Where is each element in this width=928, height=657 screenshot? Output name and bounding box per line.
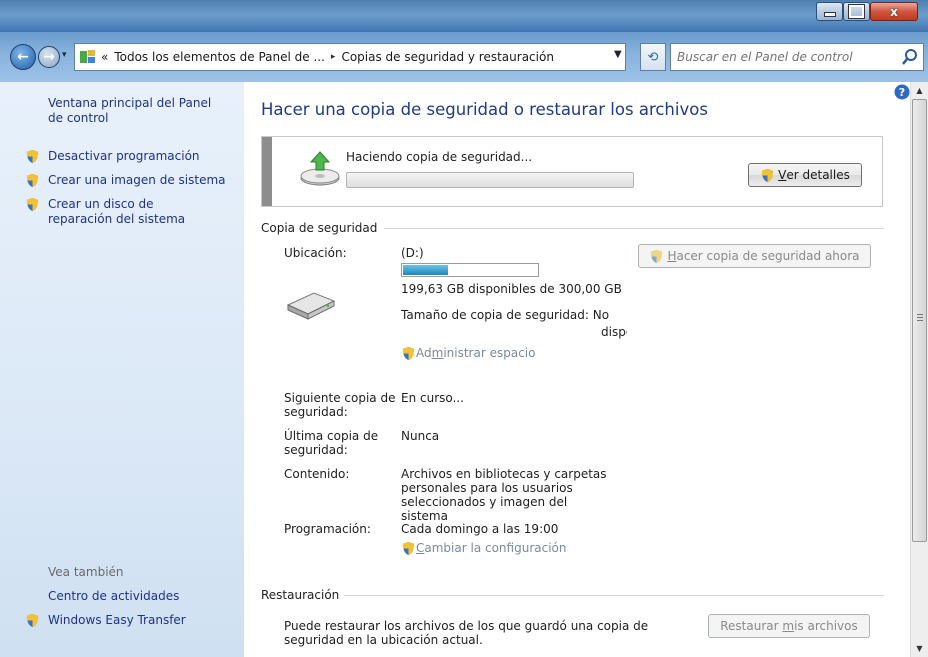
- scroll-down-arrow-icon[interactable]: ▼: [911, 640, 928, 657]
- backup-section-title: Copia de seguridad: [261, 221, 378, 235]
- minimize-icon: [817, 3, 842, 20]
- page-title: Hacer una copia de seguridad o restaurar…: [261, 100, 708, 119]
- restore-description: Puede restaurar los archivos de los que …: [284, 619, 649, 647]
- sidebar-item-create-repair-disc[interactable]: Crear un disco de reparación del sistema: [48, 197, 218, 227]
- contents-value: Archivos en bibliotecas y carpetas perso…: [401, 467, 607, 523]
- forward-button[interactable]: →: [38, 46, 60, 68]
- scroll-up-arrow-icon[interactable]: ▲: [911, 82, 928, 99]
- restore-section-title: Restauración: [261, 588, 340, 602]
- sidebar: Ventana principal del Panel de control D…: [0, 82, 244, 657]
- backup-now-label: acer copia de seguridad ahora: [676, 249, 860, 263]
- uac-shield-icon: [402, 541, 415, 556]
- back-button[interactable]: ←: [10, 44, 36, 70]
- next-backup-label: Siguiente copia de seguridad:: [284, 391, 396, 419]
- backup-section-divider: [384, 228, 884, 229]
- location-value: (D:): [401, 246, 424, 260]
- chevron-down-icon[interactable]: ▼: [614, 49, 622, 60]
- maximize-button[interactable]: [843, 2, 870, 21]
- scroll-thumb[interactable]: [912, 99, 927, 542]
- backup-now-button[interactable]: Hacer copia de seguridad ahora: [638, 244, 871, 268]
- status-strip: [262, 137, 272, 206]
- drive-usage-fill: [403, 265, 448, 275]
- manage-space-prefix: Ad: [416, 346, 432, 360]
- backup-status-text: Haciendo copia de seguridad...: [346, 150, 533, 164]
- sidebar-item-action-center[interactable]: Centro de actividades: [48, 589, 179, 604]
- schedule-label: Programación:: [284, 522, 371, 536]
- next-backup-value: En curso...: [401, 391, 464, 405]
- help-icon[interactable]: ?: [894, 84, 910, 100]
- breadcrumb-separator[interactable]: ▸: [331, 52, 336, 62]
- minimize-button[interactable]: [816, 2, 843, 21]
- breadcrumb-item-all-items[interactable]: Todos los elementos de Panel de ...: [114, 50, 325, 64]
- close-icon: x: [890, 4, 898, 19]
- sidebar-item-create-system-image[interactable]: Crear una imagen de sistema: [48, 173, 226, 188]
- uac-shield-icon: [26, 149, 39, 164]
- title-bar[interactable]: x: [0, 0, 928, 32]
- manage-space-link[interactable]: Administrar espacio: [401, 346, 535, 361]
- close-button[interactable]: x: [870, 2, 918, 21]
- main-content: ? Hacer una copia de seguridad o restaur…: [244, 82, 910, 657]
- back-arrow-icon: ←: [17, 49, 29, 65]
- view-details-button[interactable]: Ver detalles: [748, 163, 862, 187]
- scroll-grip-icon: [917, 314, 923, 321]
- sidebar-item-easy-transfer[interactable]: Windows Easy Transfer: [48, 613, 186, 628]
- hard-drive-icon: [286, 292, 336, 320]
- backup-size-text-cont: dispo: [601, 325, 627, 339]
- manage-space-label: inistrar espacio: [443, 346, 536, 360]
- backup-size-text: Tamaño de copia de seguridad: No: [401, 308, 610, 322]
- change-settings-link[interactable]: Cambiar la configuración: [401, 541, 566, 556]
- recent-pages-dropdown[interactable]: ▾: [62, 50, 67, 60]
- uac-shield-icon: [26, 173, 39, 188]
- restore-files-button[interactable]: Restaurar m is archivos: [708, 614, 870, 638]
- details-button-accesskey: V: [778, 168, 787, 182]
- location-label: Ubicación:: [284, 246, 347, 260]
- search-box[interactable]: [670, 43, 924, 71]
- refresh-button[interactable]: ⟲: [640, 43, 666, 71]
- backup-in-progress-icon: [300, 151, 340, 186]
- schedule-value: Cada domingo a las 19:00: [401, 522, 559, 536]
- details-button-label: er detalles: [786, 168, 850, 182]
- uac-shield-icon: [651, 249, 663, 263]
- uac-shield-icon: [402, 346, 415, 361]
- backup-status-panel: Haciendo copia de seguridad... Ver detal…: [261, 136, 883, 207]
- contents-label: Contenido:: [284, 467, 350, 481]
- restore-section-divider: [344, 595, 884, 596]
- manage-space-accesskey: m: [431, 346, 444, 360]
- maximize-icon: [844, 3, 869, 20]
- see-also-heading: Vea también: [48, 565, 124, 579]
- uac-shield-icon: [26, 613, 39, 628]
- uac-shield-icon: [762, 168, 774, 182]
- navigation-bar: ← → ▾ « Todos los elementos de Panel de …: [0, 32, 928, 82]
- drive-free-space: 199,63 GB disponibles de 300,00 GB: [401, 282, 622, 296]
- change-settings-label: ambiar la configuración: [424, 541, 567, 555]
- address-bar[interactable]: « Todos los elementos de Panel de ... ▸ …: [74, 43, 626, 71]
- sidebar-home-link[interactable]: Ventana principal del Panel de control: [48, 96, 228, 126]
- backup-progress-bar: [346, 172, 634, 188]
- control-panel-window: x ← → ▾ « Todos los elementos de Panel d…: [0, 0, 928, 657]
- uac-shield-icon: [26, 197, 39, 212]
- restore-button-label: is archivos: [794, 619, 858, 633]
- restore-button-prefix: Restaurar: [720, 619, 783, 633]
- vertical-scrollbar[interactable]: ▲ ▼: [910, 82, 928, 657]
- svg-text:?: ?: [899, 86, 905, 99]
- search-icon[interactable]: [901, 48, 919, 66]
- breadcrumb-root-chevron[interactable]: «: [101, 50, 108, 64]
- sidebar-item-disable-schedule[interactable]: Desactivar programación: [48, 149, 200, 164]
- forward-arrow-icon: →: [43, 49, 55, 65]
- last-backup-value: Nunca: [401, 429, 440, 443]
- backup-now-accesskey: H: [667, 249, 677, 263]
- search-input[interactable]: [677, 49, 887, 65]
- control-panel-icon: [80, 50, 95, 63]
- breadcrumb-item-backup[interactable]: Copias de seguridad y restauración: [341, 50, 553, 64]
- last-backup-label: Última copia de seguridad:: [284, 429, 379, 457]
- drive-usage-bar: [401, 263, 539, 277]
- refresh-icon: ⟲: [647, 49, 659, 65]
- restore-button-accesskey: m: [782, 619, 795, 633]
